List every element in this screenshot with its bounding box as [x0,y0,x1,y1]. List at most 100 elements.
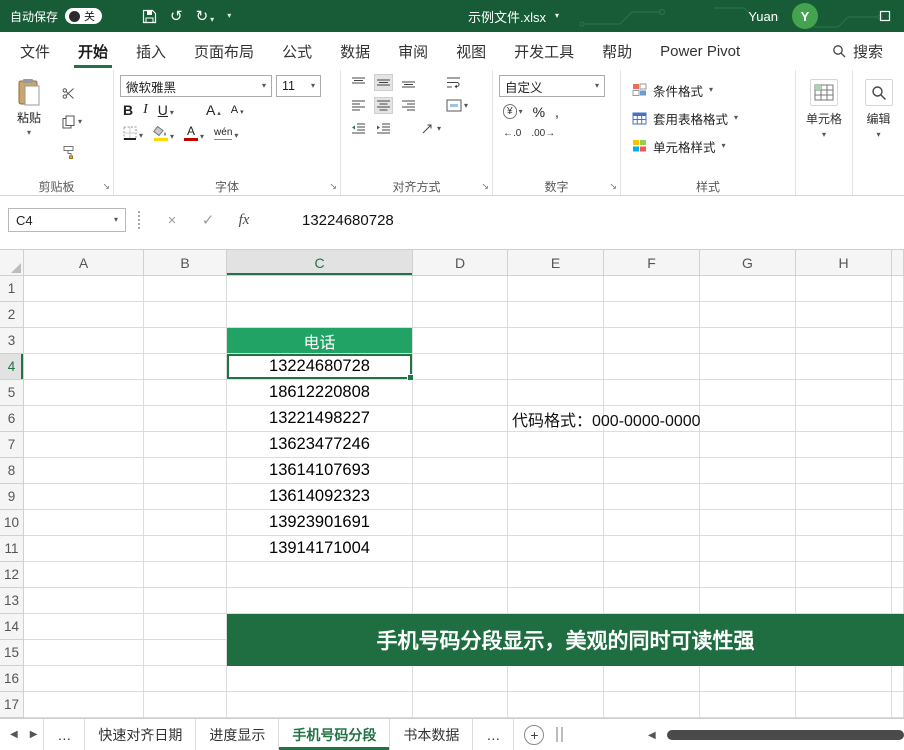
column-header-H[interactable]: H [796,250,892,276]
name-box[interactable]: C4 ▾ [8,208,126,232]
row-header-14[interactable]: 14 [0,614,24,640]
tab-insert[interactable]: 插入 [122,32,180,70]
alignment-dialog-launcher[interactable]: ↘ [481,182,489,191]
cell-D4[interactable] [413,354,508,380]
align-bottom-button[interactable] [400,75,417,90]
cell-B7[interactable] [144,432,227,458]
paste-button[interactable]: 粘贴 ▾ [6,75,52,177]
borders-button[interactable]: ▾ [123,126,143,140]
cell-G1[interactable] [700,276,796,302]
cell-G7[interactable] [700,432,796,458]
font-dialog-launcher[interactable]: ↘ [329,182,337,191]
cell-G8[interactable] [700,458,796,484]
cell-F3[interactable] [604,328,700,354]
cell-G16[interactable] [700,666,796,692]
row-header-7[interactable]: 7 [0,432,24,458]
cell-A10[interactable] [24,510,144,536]
cell-D11[interactable] [413,536,508,562]
number-format-select[interactable]: 自定义 ▾ [499,75,605,97]
cell-E4[interactable] [508,354,604,380]
cell-D13[interactable] [413,588,508,614]
cell-F17[interactable] [604,692,700,718]
row-header-10[interactable]: 10 [0,510,24,536]
cell-F7[interactable] [604,432,700,458]
cell-D6[interactable] [413,406,508,432]
sheet-tab-1[interactable]: 进度显示 [196,719,279,750]
tab-formulas[interactable]: 公式 [268,32,326,70]
cell-F10[interactable] [604,510,700,536]
number-dialog-launcher[interactable]: ↘ [609,182,617,191]
cell-H12[interactable] [796,562,892,588]
cell-H2[interactable] [796,302,892,328]
cell-F12[interactable] [604,562,700,588]
cell-B6[interactable] [144,406,227,432]
cell-G13[interactable] [700,588,796,614]
cell-E12[interactable] [508,562,604,588]
italic-button[interactable]: I [143,103,148,117]
cell-G5[interactable] [700,380,796,406]
cell-G3[interactable] [700,328,796,354]
group-editing[interactable]: 编辑 ▾ [852,70,904,195]
cell-G9[interactable] [700,484,796,510]
cell-E3[interactable] [508,328,604,354]
comma-style-button[interactable]: , [554,104,560,120]
tab-review[interactable]: 审阅 [384,32,442,70]
user-name[interactable]: Yuan [748,9,778,24]
cell-A12[interactable] [24,562,144,588]
cell-C2[interactable] [227,302,413,328]
tab-data[interactable]: 数据 [326,32,384,70]
cell-C8[interactable]: 13614107693 [227,458,413,484]
conditional-formatting-button[interactable]: 条件格式 ▾ [632,78,789,102]
cell-E17[interactable] [508,692,604,718]
underline-button[interactable]: U ▾ [158,103,174,117]
cell-B12[interactable] [144,562,227,588]
cell-D9[interactable] [413,484,508,510]
cell-H8[interactable] [796,458,892,484]
cell-E10[interactable] [508,510,604,536]
column-header-G[interactable]: G [700,250,796,276]
cell-D12[interactable] [413,562,508,588]
cell-G4[interactable] [700,354,796,380]
phonetic-button[interactable]: wén ▾ [214,127,238,140]
row-header-17[interactable]: 17 [0,692,24,718]
cell-A15[interactable] [24,640,144,666]
cell-H4[interactable] [796,354,892,380]
cell-E13[interactable] [508,588,604,614]
cell-C7[interactable]: 13623477246 [227,432,413,458]
cell-E7[interactable] [508,432,604,458]
cell-C17[interactable] [227,692,413,718]
align-right-button[interactable] [400,98,417,113]
cell-H13[interactable] [796,588,892,614]
row-header-12[interactable]: 12 [0,562,24,588]
sheet-overflow-left[interactable]: … [43,719,85,750]
cell-B5[interactable] [144,380,227,406]
cell-C5[interactable]: 18612220808 [227,380,413,406]
cell-G10[interactable] [700,510,796,536]
decrease-indent-button[interactable] [350,121,367,136]
sheet-tab-2[interactable]: 手机号码分段 [279,719,390,750]
cell-A8[interactable] [24,458,144,484]
cell-F1[interactable] [604,276,700,302]
cell-C11[interactable]: 13914171004 [227,536,413,562]
cell-E5[interactable] [508,380,604,406]
align-top-button[interactable] [350,75,367,90]
column-header-F[interactable]: F [604,250,700,276]
increase-indent-button[interactable] [375,121,392,136]
fill-color-button[interactable]: ▾ [153,126,174,141]
cell-styles-button[interactable]: 单元格样式 ▾ [632,134,789,158]
formula-input[interactable]: 13224680728 [302,212,394,229]
cell-E1[interactable] [508,276,604,302]
row-header-4[interactable]: 4 [0,354,24,380]
cell-C6[interactable]: 13221498227 [227,406,413,432]
cell-B10[interactable] [144,510,227,536]
scrollbar-thumb[interactable] [667,730,904,740]
orientation-button[interactable]: ▾ [420,121,442,136]
font-color-button[interactable]: A ▾ [184,125,204,141]
cell-C12[interactable] [227,562,413,588]
cell-H16[interactable] [796,666,892,692]
cell-H7[interactable] [796,432,892,458]
user-avatar[interactable]: Y [792,3,818,29]
tab-file[interactable]: 文件 [6,32,64,70]
new-sheet-button[interactable]: + [524,725,544,745]
cell-A1[interactable] [24,276,144,302]
